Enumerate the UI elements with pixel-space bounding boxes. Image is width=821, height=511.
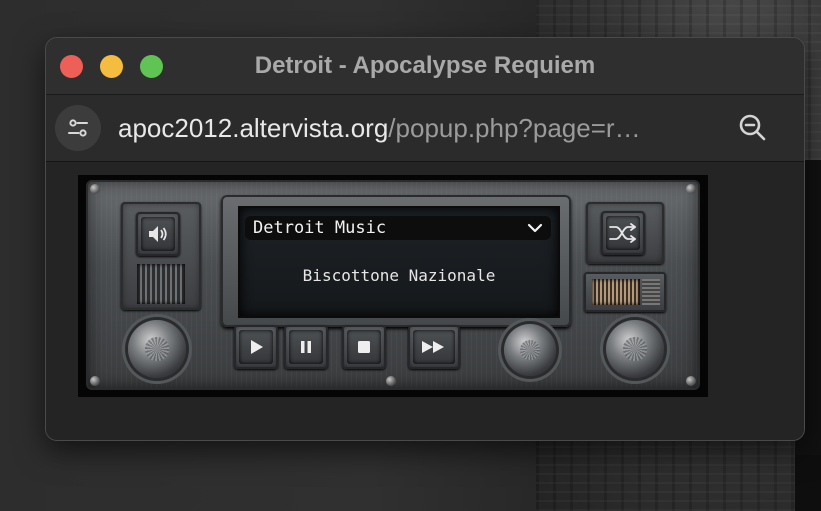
url-path: /popup.php?page=r…: [388, 113, 641, 143]
stop-icon: [358, 341, 370, 353]
zoom-button[interactable]: [736, 111, 770, 145]
background-panel-lower: [795, 455, 821, 511]
play-icon: [251, 340, 263, 354]
pause-icon: [301, 341, 311, 353]
popup-window: Detroit - Apocalypse Requiem apoc2012.al…: [45, 37, 805, 441]
right-knob[interactable]: [606, 320, 664, 378]
volume-button[interactable]: [136, 212, 180, 256]
speaker-grill: [137, 264, 185, 304]
now-playing-title: Biscottone Nazionale: [302, 266, 496, 285]
url-host: apoc2012.altervista.org: [118, 113, 389, 143]
window-title: Detroit - Apocalypse Requiem: [254, 52, 596, 79]
speaker-icon: [149, 226, 167, 242]
station-select[interactable]: Detroit Music: [245, 216, 551, 240]
chevron-down-icon: [527, 223, 543, 233]
radio-player: Detroit Music Biscottone Nazionale: [78, 175, 708, 397]
sliders-icon: [68, 119, 88, 137]
page-content: Detroit Music Biscottone Nazionale: [46, 162, 804, 440]
rivet: [686, 376, 696, 386]
rivet: [686, 184, 696, 194]
url-text[interactable]: apoc2012.altervista.org/popup.php?page=r…: [118, 95, 718, 161]
tuning-slider[interactable]: [584, 272, 666, 312]
title-bar[interactable]: Detroit - Apocalypse Requiem: [46, 38, 804, 95]
zoom-out-icon: [739, 114, 766, 141]
slider-track: [592, 279, 640, 305]
center-right-knob[interactable]: [504, 324, 556, 376]
stop-button[interactable]: [342, 325, 386, 369]
rivet: [90, 184, 100, 194]
left-knob[interactable]: [128, 320, 186, 378]
fast-forward-icon: [422, 341, 444, 353]
forward-button[interactable]: [408, 325, 460, 369]
rivet: [386, 376, 396, 386]
play-button[interactable]: [234, 325, 278, 369]
site-settings-button[interactable]: [55, 105, 101, 151]
shuffle-icon: [609, 223, 636, 243]
shuffle-button[interactable]: [601, 211, 645, 255]
station-selected: Detroit Music: [253, 218, 387, 238]
player-chassis: Detroit Music Biscottone Nazionale: [86, 180, 700, 390]
display-screen: Detroit Music Biscottone Nazionale: [238, 206, 560, 318]
rivet: [90, 376, 100, 386]
address-bar: apoc2012.altervista.org/popup.php?page=r…: [46, 95, 804, 162]
pause-button[interactable]: [284, 325, 328, 369]
slider-handle[interactable]: [642, 279, 660, 305]
